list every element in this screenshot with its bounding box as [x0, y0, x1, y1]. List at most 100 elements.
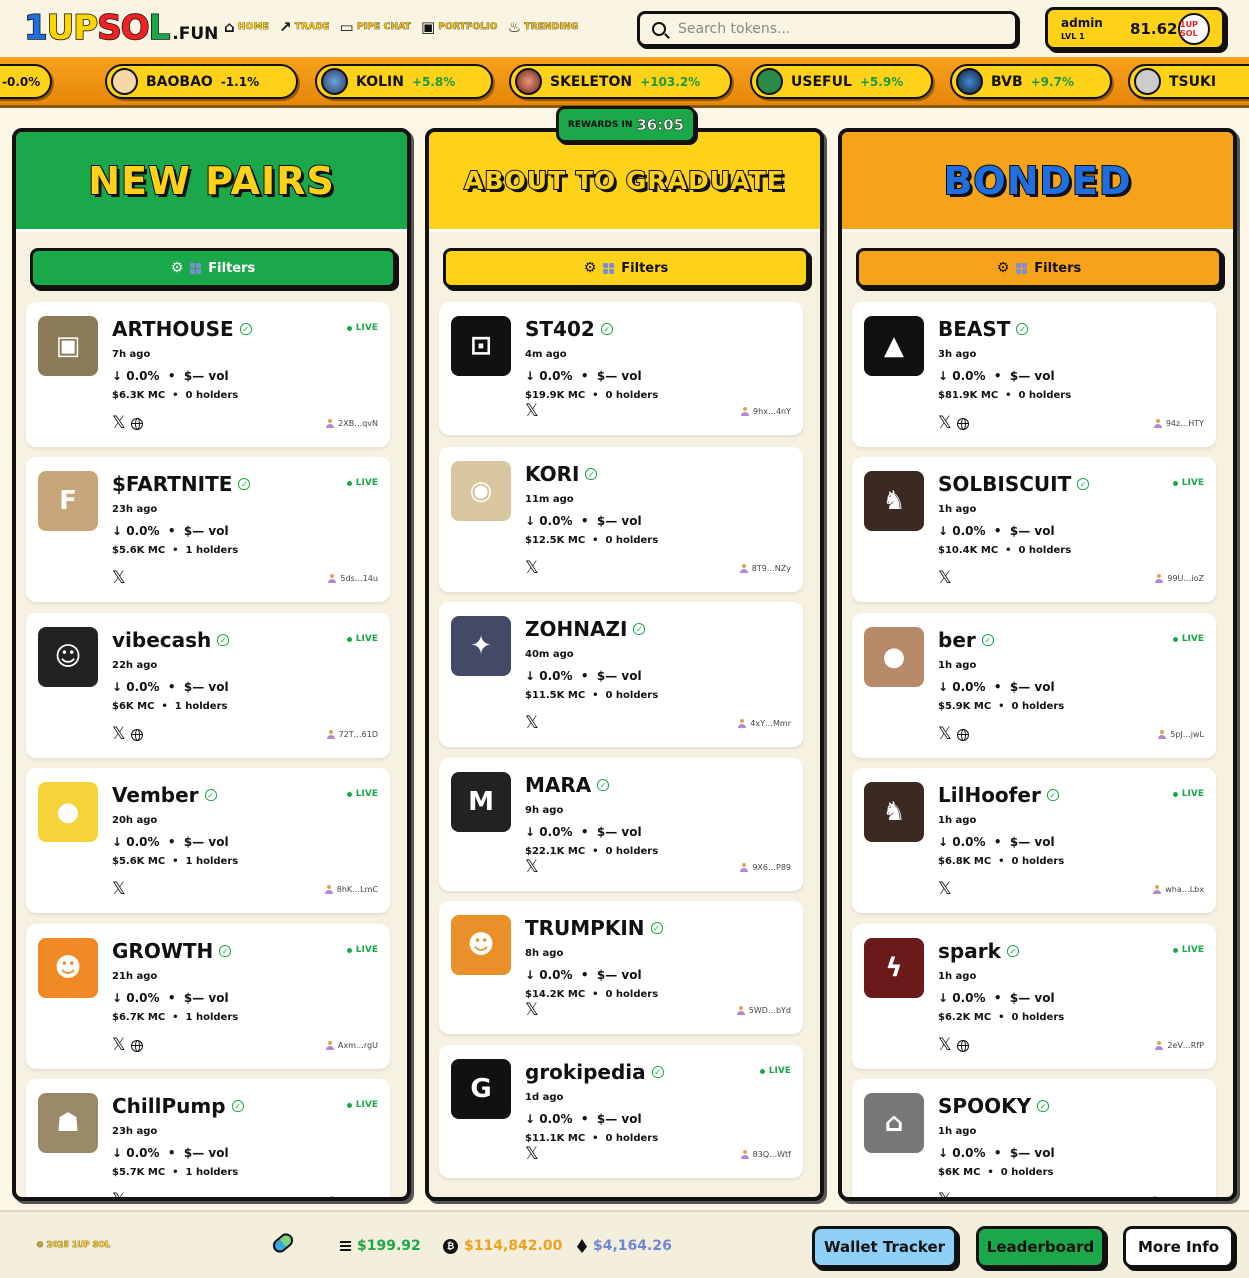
- token-name[interactable]: ZOHNAZI ✓: [525, 617, 646, 641]
- token-name[interactable]: MARA ✓: [525, 773, 610, 797]
- x-twitter-icon[interactable]: 𝕏: [938, 1037, 952, 1054]
- creator-address[interactable]: 4xY…Mmr: [738, 719, 791, 728]
- creator-address[interactable]: 8T9…NZy: [739, 564, 791, 573]
- creator-address[interactable]: 5hb…P3x: [328, 1196, 378, 1197]
- token-name[interactable]: KORI ✓: [525, 462, 598, 486]
- creator-address[interactable]: 7wz…68w: [1151, 1196, 1204, 1197]
- avatar[interactable]: 1UP SOL: [1178, 13, 1210, 45]
- token-card[interactable]: Ggrokipedia ✓ LIVE 1d ago ↓ 0.0% • $— vol $11…: [439, 1045, 803, 1178]
- x-twitter-icon[interactable]: 𝕏: [938, 415, 952, 432]
- ticker-item[interactable]: BVB +9.7%: [950, 64, 1112, 99]
- token-card[interactable]: ● ber ✓ LIVE 1h ago ↓ 0.0% • $— vol $5.9K MC •…: [852, 613, 1216, 758]
- token-name[interactable]: ber ✓: [938, 628, 994, 652]
- creator-address[interactable]: 8hK…LmC: [324, 885, 378, 894]
- x-twitter-icon[interactable]: 𝕏: [112, 726, 126, 743]
- x-twitter-icon[interactable]: 𝕏: [112, 1192, 126, 1198]
- token-name[interactable]: vibecash ✓: [112, 628, 230, 652]
- x-twitter-icon[interactable]: 𝕏: [112, 570, 126, 587]
- globe-icon[interactable]: [130, 1039, 143, 1052]
- nav-portfolio[interactable]: ▣ PORTFOLIO: [421, 18, 498, 36]
- token-card[interactable]: ☗ ChillPump ✓ LIVE 23h ago ↓ 0.0% • $— vol $5.…: [26, 1079, 390, 1198]
- creator-address[interactable]: 5pJ…jwL: [1158, 730, 1204, 739]
- x-twitter-icon[interactable]: 𝕏: [525, 560, 539, 577]
- nav-pipe-chat[interactable]: ▭ PIPE CHAT: [339, 18, 411, 36]
- token-name[interactable]: spark ✓: [938, 939, 1019, 963]
- x-twitter-icon[interactable]: 𝕏: [525, 403, 539, 420]
- logo[interactable]: 1UPSOL .FUN: [23, 7, 218, 49]
- filters-button[interactable]: ⚙ Filters: [856, 248, 1222, 288]
- nav-trending[interactable]: ♨ TRENDING: [508, 18, 579, 36]
- token-card[interactable]: ◉ KORI ✓ 11m ago ↓ 0.0% • $— vol $12.5K MC • …: [439, 447, 803, 592]
- x-twitter-icon[interactable]: 𝕏: [938, 1192, 952, 1198]
- token-name[interactable]: SPOOKY ✓: [938, 1094, 1050, 1118]
- token-name[interactable]: $FARTNITE ✓: [112, 472, 251, 496]
- creator-address[interactable]: 2XB…qvN: [326, 419, 378, 428]
- token-card[interactable]: ⊡ ST402 ✓ 4m ago ↓ 0.0% • $— vol $19.9K MC • …: [439, 302, 803, 435]
- token-card[interactable]: ♞ SOLBISCUIT ✓ LIVE 1h ago ↓ 0.0% • $— vol $10…: [852, 457, 1216, 602]
- filters-button[interactable]: ⚙ Filters: [30, 248, 396, 288]
- globe-icon[interactable]: [130, 417, 143, 430]
- wallet-tracker-button[interactable]: Wallet Tracker: [812, 1226, 957, 1268]
- x-twitter-icon[interactable]: 𝕏: [112, 415, 126, 432]
- token-card[interactable]: ☺ vibecash ✓ LIVE 22h ago ↓ 0.0% • $— vol $6K …: [26, 613, 390, 758]
- ticker-item[interactable]: BAOBAO -1.1%: [105, 64, 298, 99]
- token-name[interactable]: ChillPump ✓: [112, 1094, 244, 1118]
- creator-address[interactable]: 72T…61D: [326, 730, 378, 739]
- token-card[interactable]: ☻ GROWTH ✓ LIVE 21h ago ↓ 0.0% • $— vol $6.7K …: [26, 924, 390, 1069]
- token-name[interactable]: TRUMPKIN ✓: [525, 916, 663, 940]
- creator-address[interactable]: 9hx…4nY: [741, 407, 791, 416]
- token-name[interactable]: GROWTH ✓: [112, 939, 232, 963]
- token-name[interactable]: Vember ✓: [112, 783, 217, 807]
- token-card[interactable]: ▲ BEAST ✓ 3h ago ↓ 0.0% • $— vol $81.9K MC • …: [852, 302, 1216, 447]
- creator-address[interactable]: 9X6…P89: [740, 863, 791, 872]
- more-info-button[interactable]: More Info: [1123, 1226, 1234, 1268]
- token-card[interactable]: ▣ ARTHOUSE ✓ LIVE 7h ago ↓ 0.0% • $— vol $6.3K…: [26, 302, 390, 447]
- globe-icon[interactable]: [956, 417, 969, 430]
- x-twitter-icon[interactable]: 𝕏: [525, 1002, 539, 1019]
- x-twitter-icon[interactable]: 𝕏: [112, 881, 126, 898]
- token-card[interactable]: ● Vember ✓ LIVE 20h ago ↓ 0.0% • $— vol $5.6K …: [26, 768, 390, 913]
- ticker-item[interactable]: KOLIN +5.8%: [315, 64, 493, 99]
- x-twitter-icon[interactable]: 𝕏: [938, 570, 952, 587]
- creator-address[interactable]: 94z…HTY: [1153, 419, 1204, 428]
- creator-address[interactable]: 99U…ioZ: [1155, 574, 1204, 583]
- token-name[interactable]: SOLBISCUIT ✓: [938, 472, 1090, 496]
- token-card[interactable]: F $FARTNITE ✓ LIVE 23h ago ↓ 0.0% • $— vol $5.…: [26, 457, 390, 602]
- filters-button[interactable]: ⚙ Filters: [443, 248, 809, 288]
- nav-home[interactable]: ⌂ HOME: [224, 18, 269, 36]
- creator-address[interactable]: 83Q…Wtf: [740, 1150, 791, 1159]
- x-twitter-icon[interactable]: 𝕏: [938, 726, 952, 743]
- creator-address[interactable]: 2eV…RfP: [1155, 1041, 1204, 1050]
- ticker-item[interactable]: USEFUL +5.9%: [750, 64, 933, 99]
- x-twitter-icon[interactable]: 𝕏: [525, 1146, 539, 1163]
- leaderboard-button[interactable]: Leaderboard: [976, 1226, 1105, 1268]
- ticker-item[interactable]: TSUKI: [1128, 64, 1249, 99]
- token-card[interactable]: ϟ spark ✓ LIVE 1h ago ↓ 0.0% • $— vol $6.2K MC…: [852, 924, 1216, 1069]
- creator-address[interactable]: Axm…rgU: [325, 1041, 378, 1050]
- token-name[interactable]: BEAST ✓: [938, 317, 1029, 341]
- globe-icon[interactable]: [956, 728, 969, 741]
- pill-icon[interactable]: [270, 1230, 296, 1256]
- user-panel[interactable]: admin LVL 1 81.62 1UP SOL: [1045, 7, 1225, 50]
- globe-icon[interactable]: [130, 728, 143, 741]
- token-name[interactable]: LilHoofer ✓: [938, 783, 1059, 807]
- x-twitter-icon[interactable]: 𝕏: [112, 1037, 126, 1054]
- token-card[interactable]: M MARA ✓ 9h ago ↓ 0.0% • $— vol $22.1K MC • 0…: [439, 758, 803, 891]
- creator-address[interactable]: wha…Lbx: [1153, 885, 1204, 894]
- nav-trade[interactable]: ↗ TRADE: [279, 18, 330, 36]
- token-card[interactable]: ☻ TRUMPKIN ✓ 8h ago ↓ 0.0% • $— vol $14.2K MC…: [439, 901, 803, 1034]
- token-card[interactable]: ⌂ SPOOKY ✓ 1h ago ↓ 0.0% • $— vol $6K MC • 0 …: [852, 1079, 1216, 1198]
- ticker-item[interactable]: SKELETON +103.2%: [509, 64, 732, 99]
- token-card[interactable]: ✦ ZOHNAZI ✓ 40m ago ↓ 0.0% • $— vol $11.5K MC…: [439, 602, 803, 747]
- token-name[interactable]: grokipedia ✓: [525, 1060, 664, 1084]
- x-twitter-icon[interactable]: 𝕏: [525, 715, 539, 732]
- x-twitter-icon[interactable]: 𝕏: [938, 881, 952, 898]
- x-twitter-icon[interactable]: 𝕏: [525, 859, 539, 876]
- token-card[interactable]: ♞ LilHoofer ✓ LIVE 1h ago ↓ 0.0% • $— vol $6.8…: [852, 768, 1216, 913]
- creator-address[interactable]: 5ds…14u: [328, 574, 378, 583]
- token-name[interactable]: ARTHOUSE ✓: [112, 317, 252, 341]
- search-input[interactable]: [678, 21, 978, 37]
- ticker-item[interactable]: -0.0%: [0, 64, 53, 99]
- token-name[interactable]: ST402 ✓: [525, 317, 613, 341]
- globe-icon[interactable]: [956, 1039, 969, 1052]
